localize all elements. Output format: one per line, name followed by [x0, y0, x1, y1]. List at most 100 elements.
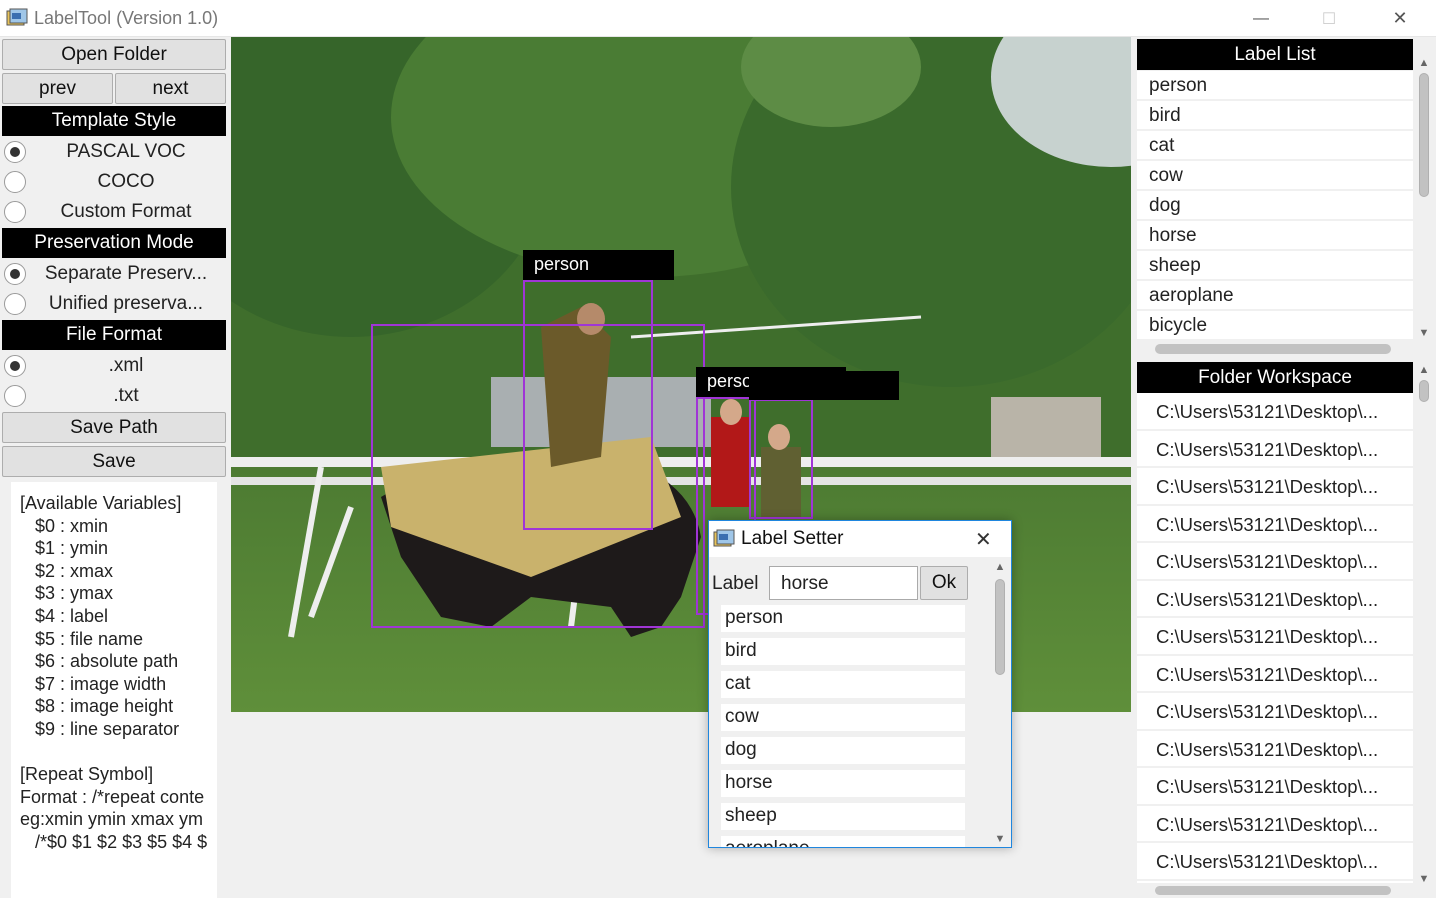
folder-workspace-hscrollbar[interactable]: [1137, 883, 1413, 897]
file-format-header: File Format: [2, 320, 226, 350]
radio-label: Separate Preserv...: [44, 263, 208, 284]
scroll-up-icon[interactable]: ▲: [991, 559, 1009, 575]
folder-item[interactable]: C:\Users\53121\Desktop\...: [1137, 618, 1413, 656]
dialog-list-item[interactable]: cat: [721, 671, 965, 698]
label-list-item[interactable]: cat: [1137, 131, 1413, 161]
radio-icon[interactable]: [4, 385, 26, 407]
title-bar: LabelTool (Version 1.0) — ☐ ✕: [0, 0, 1436, 37]
label-field-label: Label: [712, 573, 759, 594]
radio-label: Custom Format: [60, 201, 192, 222]
scroll-thumb[interactable]: [1419, 380, 1429, 402]
label-list-scrollbar[interactable]: ▲ ▼: [1415, 55, 1433, 341]
label-list-item[interactable]: horse: [1137, 221, 1413, 251]
dialog-list-item[interactable]: dog: [721, 737, 965, 764]
close-button[interactable]: ✕: [1377, 0, 1423, 37]
radio-txt[interactable]: .txt: [2, 381, 226, 411]
folder-workspace-list[interactable]: C:\Users\53121\Desktop\... C:\Users\5312…: [1137, 393, 1413, 883]
folder-workspace-scrollbar[interactable]: ▲ ▼: [1415, 362, 1433, 887]
save-button[interactable]: Save: [2, 446, 226, 477]
window-title: LabelTool (Version 1.0): [34, 8, 219, 28]
minimize-button[interactable]: —: [1238, 0, 1284, 37]
folder-item[interactable]: C:\Users\53121\Desktop\...: [1137, 506, 1413, 543]
dialog-title: Label Setter: [741, 528, 844, 549]
folder-workspace-header: Folder Workspace: [1137, 362, 1413, 393]
scroll-down-icon[interactable]: ▼: [1415, 871, 1433, 887]
radio-pascal-voc[interactable]: PASCAL VOC: [2, 137, 226, 167]
dialog-list-item[interactable]: horse: [721, 770, 965, 797]
scroll-up-icon[interactable]: ▲: [1415, 55, 1433, 71]
hscroll-thumb[interactable]: [1155, 344, 1391, 354]
folder-item[interactable]: C:\Users\53121\Desktop\...: [1137, 656, 1413, 693]
folder-item[interactable]: C:\Users\53121\Desktop\...: [1137, 693, 1413, 731]
scroll-thumb[interactable]: [1419, 73, 1429, 197]
scroll-down-icon[interactable]: ▼: [991, 831, 1009, 847]
folder-item[interactable]: C:\Users\53121\Desktop\...: [1137, 806, 1413, 843]
dialog-scrollbar[interactable]: ▲ ▼: [991, 559, 1009, 847]
next-button[interactable]: next: [115, 73, 226, 104]
scroll-up-icon[interactable]: ▲: [1415, 362, 1433, 378]
scroll-thumb[interactable]: [995, 579, 1005, 675]
folder-item[interactable]: C:\Users\53121\Desktop\...: [1137, 393, 1413, 431]
annotation-label: [749, 371, 899, 400]
radio-label: PASCAL VOC: [66, 141, 186, 162]
annotation-box-person-3[interactable]: [749, 399, 813, 519]
label-list-item[interactable]: cow: [1137, 161, 1413, 191]
radio-icon[interactable]: [4, 201, 26, 223]
dialog-list-item[interactable]: person: [721, 605, 965, 632]
dialog-list-item[interactable]: bird: [721, 638, 965, 665]
maximize-button[interactable]: ☐: [1306, 0, 1352, 37]
folder-item[interactable]: C:\Users\53121\Desktop\...: [1137, 843, 1413, 881]
radio-unified-preservation[interactable]: Unified preserva...: [2, 289, 226, 319]
folder-item[interactable]: C:\Users\53121\Desktop\...: [1137, 468, 1413, 506]
annotation-box-horse[interactable]: [371, 324, 705, 628]
annotation-label: person: [523, 250, 674, 280]
label-list-item[interactable]: bicycle: [1137, 311, 1413, 341]
open-folder-button[interactable]: Open Folder: [2, 39, 226, 70]
label-list-item[interactable]: aeroplane: [1137, 281, 1413, 311]
radio-label: COCO: [97, 171, 155, 192]
radio-selected-icon[interactable]: [4, 263, 26, 285]
radio-custom-format[interactable]: Custom Format: [2, 197, 226, 227]
dialog-list-item[interactable]: sheep: [721, 803, 965, 830]
label-list-item[interactable]: person: [1137, 71, 1413, 101]
folder-item[interactable]: C:\Users\53121\Desktop\...: [1137, 768, 1413, 806]
label-list[interactable]: person bird cat cow dog horse sheep aero…: [1137, 71, 1413, 341]
dialog-label-list[interactable]: person bird cat cow dog horse sheep aero…: [721, 605, 965, 847]
app-icon: [6, 8, 28, 26]
left-panel: Open Folder prev next Template Style PAS…: [0, 37, 228, 898]
template-style-header: Template Style: [2, 106, 226, 136]
radio-label: Unified preserva...: [48, 293, 204, 314]
label-list-item[interactable]: dog: [1137, 191, 1413, 221]
radio-label: .xml: [108, 355, 144, 376]
folder-item[interactable]: C:\Users\53121\Desktop\...: [1137, 731, 1413, 768]
folder-item[interactable]: C:\Users\53121\Desktop\...: [1137, 431, 1413, 468]
dialog-title-bar: Label Setter ✕: [709, 521, 1011, 557]
radio-icon[interactable]: [4, 293, 26, 315]
label-list-hscrollbar[interactable]: [1137, 341, 1413, 357]
radio-selected-icon[interactable]: [4, 355, 26, 377]
label-list-header: Label List: [1137, 39, 1413, 70]
radio-selected-icon[interactable]: [4, 141, 26, 163]
radio-label: .txt: [113, 385, 139, 406]
preservation-mode-header: Preservation Mode: [2, 228, 226, 258]
save-path-button[interactable]: Save Path: [2, 412, 226, 443]
label-input[interactable]: horse: [769, 566, 918, 600]
label-list-item[interactable]: sheep: [1137, 251, 1413, 281]
folder-item[interactable]: C:\Users\53121\Desktop\...: [1137, 543, 1413, 581]
radio-xml[interactable]: .xml: [2, 351, 226, 381]
variables-help-text[interactable]: [Available Variables] $0 : xmin $1 : ymi…: [11, 482, 217, 898]
label-list-item[interactable]: bird: [1137, 101, 1413, 131]
label-setter-dialog[interactable]: Label Setter ✕ Label horse Ok person bir…: [708, 520, 1012, 848]
scroll-down-icon[interactable]: ▼: [1415, 325, 1433, 341]
dialog-list-item[interactable]: cow: [721, 704, 965, 731]
hscroll-thumb[interactable]: [1155, 886, 1391, 895]
radio-separate-preservation[interactable]: Separate Preserv...: [2, 259, 226, 289]
dialog-close-button[interactable]: ✕: [975, 527, 992, 552]
dialog-list-item[interactable]: aeroplane: [721, 836, 965, 847]
radio-icon[interactable]: [4, 171, 26, 193]
app-icon: [713, 529, 735, 547]
prev-button[interactable]: prev: [2, 73, 113, 104]
folder-item[interactable]: C:\Users\53121\Desktop\...: [1137, 581, 1413, 618]
ok-button[interactable]: Ok: [920, 566, 968, 600]
radio-coco[interactable]: COCO: [2, 167, 226, 197]
